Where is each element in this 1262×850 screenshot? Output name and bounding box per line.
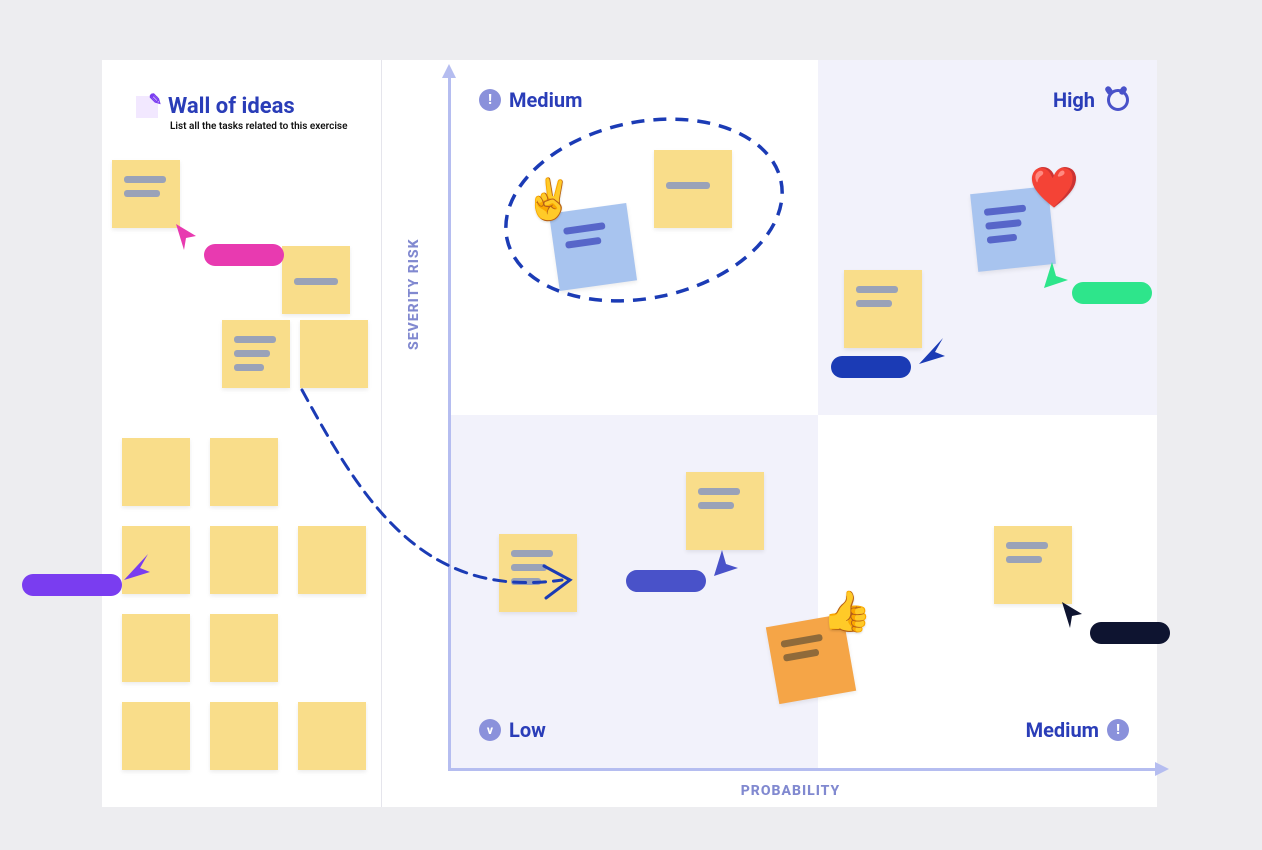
x-axis [448, 768, 1155, 771]
whiteboard-canvas[interactable]: Wall of ideas List all the tasks related… [102, 60, 1157, 807]
x-axis-label: PROBABILITY [741, 783, 841, 799]
sticky-note[interactable] [210, 438, 278, 506]
sticky-note[interactable] [210, 702, 278, 770]
ideas-panel-title: Wall of ideas [168, 94, 295, 119]
quadrant-label-text: Low [509, 718, 546, 742]
dashed-circle-annotation[interactable] [494, 110, 794, 310]
sticky-note[interactable] [122, 614, 190, 682]
sticky-note[interactable] [122, 438, 190, 506]
sticky-note[interactable] [298, 702, 366, 770]
sticky-note[interactable] [654, 150, 732, 228]
y-axis-label: SEVERITY RISK [406, 238, 422, 350]
exclamation-icon: ! [479, 89, 501, 111]
exclamation-icon: ! [1107, 719, 1129, 741]
ideas-panel-header: Wall of ideas [136, 94, 353, 119]
sticky-note[interactable] [686, 472, 764, 550]
sticky-note[interactable] [222, 320, 290, 388]
quadrant-medium-bottom[interactable]: Medium ! [818, 415, 1157, 770]
sticky-note[interactable] [282, 246, 350, 314]
sticky-note[interactable] [766, 614, 856, 704]
sticky-note[interactable] [994, 526, 1072, 604]
note-edit-icon [136, 96, 158, 118]
quadrant-label: ! Medium [479, 88, 582, 112]
sticky-note[interactable] [549, 203, 637, 291]
quadrant-label: v Low [479, 718, 546, 742]
quadrant-label-text: High [1053, 88, 1095, 112]
quadrant-label: Medium ! [1026, 718, 1129, 742]
quadrant-label: High [1053, 88, 1129, 112]
sticky-note[interactable] [112, 160, 180, 228]
chevron-down-icon: v [479, 719, 501, 741]
sticky-note[interactable] [210, 526, 278, 594]
quadrant-label-text: Medium [1026, 718, 1099, 742]
quadrant-label-text: Medium [509, 88, 582, 112]
ideas-panel-subtitle: List all the tasks related to this exerc… [170, 121, 353, 132]
sticky-note[interactable] [122, 702, 190, 770]
sticky-note[interactable] [844, 270, 922, 348]
sticky-note[interactable] [970, 186, 1056, 272]
dashed-arrow-annotation[interactable] [282, 380, 602, 600]
sticky-note[interactable] [300, 320, 368, 388]
alarm-clock-icon [1107, 89, 1129, 111]
sticky-note[interactable] [210, 614, 278, 682]
sticky-note[interactable] [122, 526, 190, 594]
